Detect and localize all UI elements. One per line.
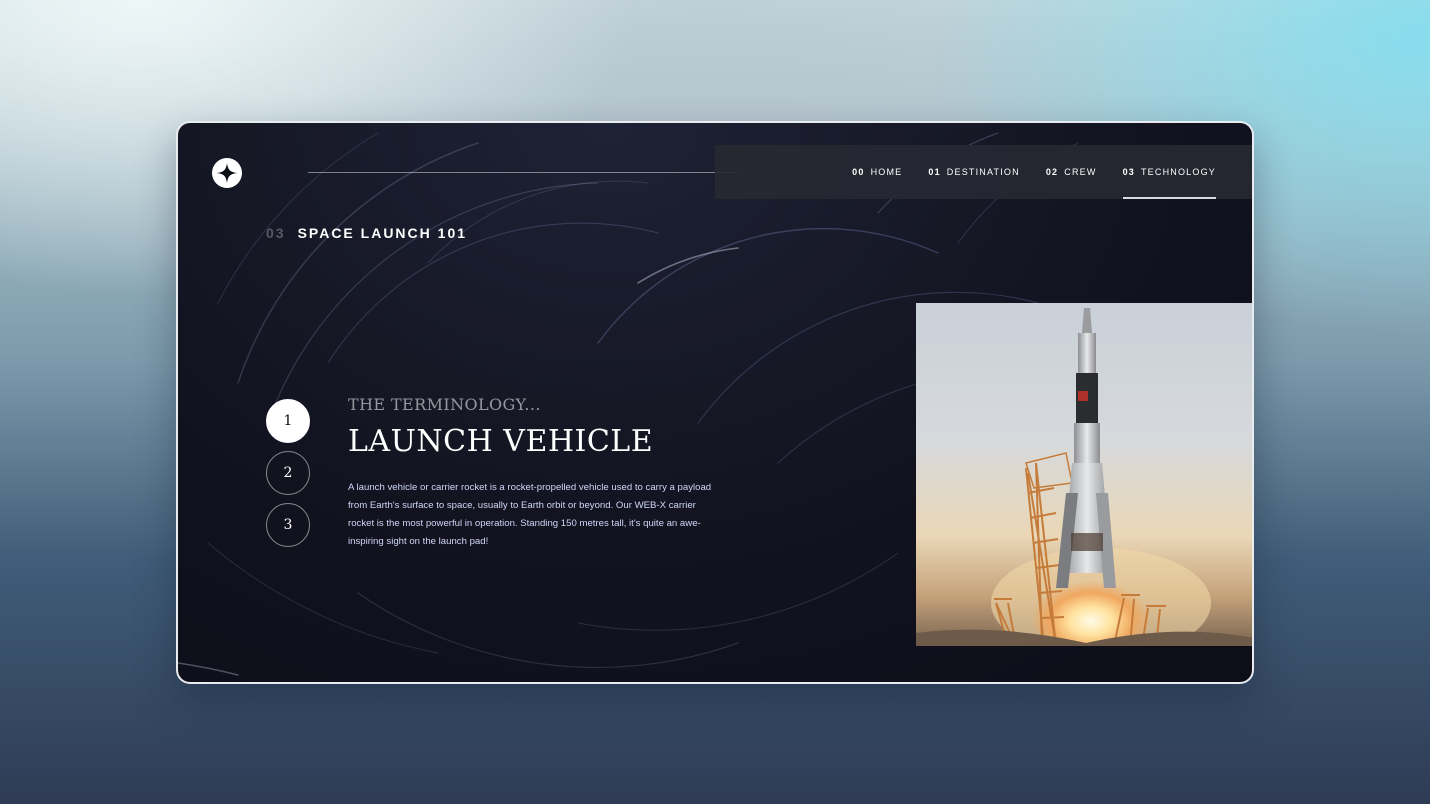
page-heading-label: SPACE LAUNCH 101 [297, 225, 468, 241]
step-button-3[interactable]: 3 [266, 503, 310, 547]
technology-description: A launch vehicle or carrier rocket is a … [348, 482, 712, 547]
page-heading-number: 03 [266, 225, 286, 241]
terminology-eyebrow: THE TERMINOLOGY... [348, 395, 541, 414]
nav-item-home[interactable]: 00 HOME [852, 145, 902, 199]
nav-item-number: 02 [1045, 167, 1059, 177]
nav-item-number: 03 [1122, 167, 1135, 177]
nav-item-label: DESTINATION [946, 167, 1020, 177]
nav-item-number: 00 [852, 167, 865, 177]
nav-item-label: HOME [870, 167, 903, 177]
nav-item-crew[interactable]: 02 CREW [1046, 145, 1097, 199]
logo-icon[interactable] [212, 158, 242, 188]
technology-content: THE TERMINOLOGY... LAUNCH VEHICLE A laun… [348, 395, 718, 551]
step-button-2[interactable]: 2 [266, 451, 310, 495]
rocket-launch-illustration [916, 308, 1252, 646]
star-logo-icon [217, 163, 237, 183]
launch-vehicle-photo [916, 303, 1252, 646]
nav-item-label: TECHNOLOGY [1140, 167, 1216, 177]
nav-item-destination[interactable]: 01 DESTINATION [928, 145, 1019, 199]
nav-item-label: CREW [1064, 167, 1097, 177]
primary-navigation: 00 HOME 01 DESTINATION 02 CREW 03 TECHNO… [715, 145, 1252, 199]
nav-item-technology[interactable]: 03 TECHNOLOGY [1122, 145, 1217, 199]
app-screen: 00 HOME 01 DESTINATION 02 CREW 03 TECHNO… [178, 123, 1252, 682]
browser-frame: 00 HOME 01 DESTINATION 02 CREW 03 TECHNO… [176, 121, 1254, 684]
page-heading: 03 SPACE LAUNCH 101 [266, 225, 467, 241]
technology-title: LAUNCH VEHICLE [348, 424, 654, 459]
header-divider-line [308, 172, 738, 173]
step-button-1[interactable]: 1 [266, 399, 310, 443]
technology-stepper: 1 2 3 [266, 399, 310, 547]
nav-item-number: 01 [928, 167, 941, 177]
